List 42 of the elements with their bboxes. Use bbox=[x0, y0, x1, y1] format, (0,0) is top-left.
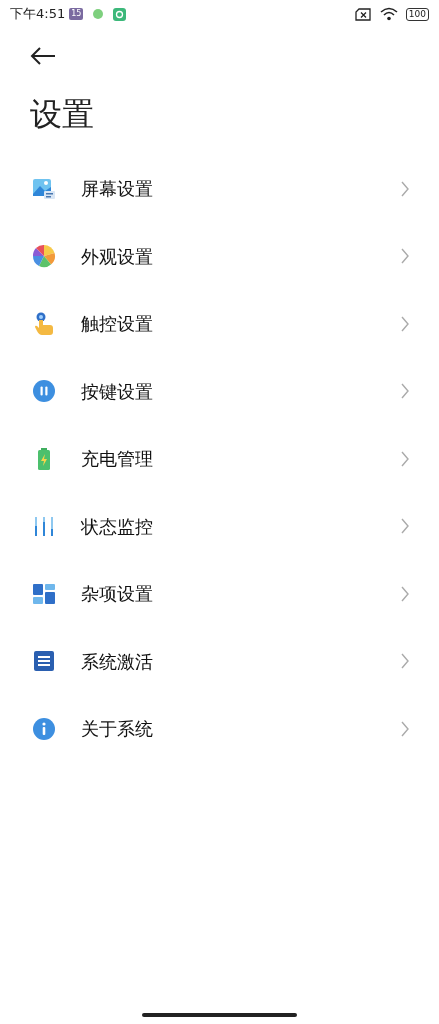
item-label: 外观设置 bbox=[81, 244, 154, 269]
chevron-right-icon bbox=[401, 720, 409, 737]
battery-indicator: 100 bbox=[405, 7, 429, 21]
item-label: 关于系统 bbox=[81, 717, 154, 742]
pointing-hand-icon bbox=[32, 311, 56, 336]
item-label: 屏幕设置 bbox=[81, 177, 154, 202]
chevron-right-icon bbox=[401, 450, 409, 467]
info-icon bbox=[32, 716, 56, 741]
settings-item[interactable]: 充电管理 bbox=[0, 425, 439, 493]
status-time: 下午4:51 bbox=[10, 5, 66, 24]
settings-item[interactable]: 杂项设置 bbox=[0, 560, 439, 628]
chevron-right-icon bbox=[401, 518, 409, 535]
pause-icon bbox=[32, 379, 56, 404]
settings-item[interactable]: 按键设置 bbox=[0, 357, 439, 425]
wifi-icon bbox=[379, 7, 398, 21]
settings-item[interactable]: 关于系统 bbox=[0, 695, 439, 763]
calendar-badge: 15 bbox=[69, 8, 84, 20]
chevron-right-icon bbox=[401, 585, 409, 602]
picture-icon bbox=[32, 176, 56, 201]
color-wheel-icon bbox=[32, 244, 56, 269]
item-label: 杂项设置 bbox=[81, 582, 154, 607]
settings-item[interactable]: 屏幕设置 bbox=[0, 155, 439, 223]
chevron-right-icon bbox=[401, 383, 409, 400]
settings-item[interactable]: 状态监控 bbox=[0, 492, 439, 560]
chevron-right-icon bbox=[401, 248, 409, 265]
chevron-right-icon bbox=[401, 315, 409, 332]
chevron-right-icon bbox=[401, 653, 409, 670]
page-title: 设置 bbox=[30, 94, 95, 134]
list-icon bbox=[32, 649, 56, 674]
chevron-right-icon bbox=[401, 180, 409, 197]
back-arrow-icon bbox=[30, 46, 56, 66]
settings-item[interactable]: 系统激活 bbox=[0, 627, 439, 695]
item-label: 系统激活 bbox=[81, 649, 154, 674]
item-label: 状态监控 bbox=[81, 514, 154, 539]
settings-item[interactable]: 触控设置 bbox=[0, 290, 439, 358]
sliders-icon bbox=[32, 514, 56, 539]
no-sim-icon bbox=[354, 7, 372, 21]
item-label: 充电管理 bbox=[81, 447, 154, 472]
item-label: 按键设置 bbox=[81, 379, 154, 404]
settings-item[interactable]: 外观设置 bbox=[0, 222, 439, 290]
item-label: 触控设置 bbox=[81, 312, 154, 337]
tiles-icon bbox=[32, 581, 56, 606]
